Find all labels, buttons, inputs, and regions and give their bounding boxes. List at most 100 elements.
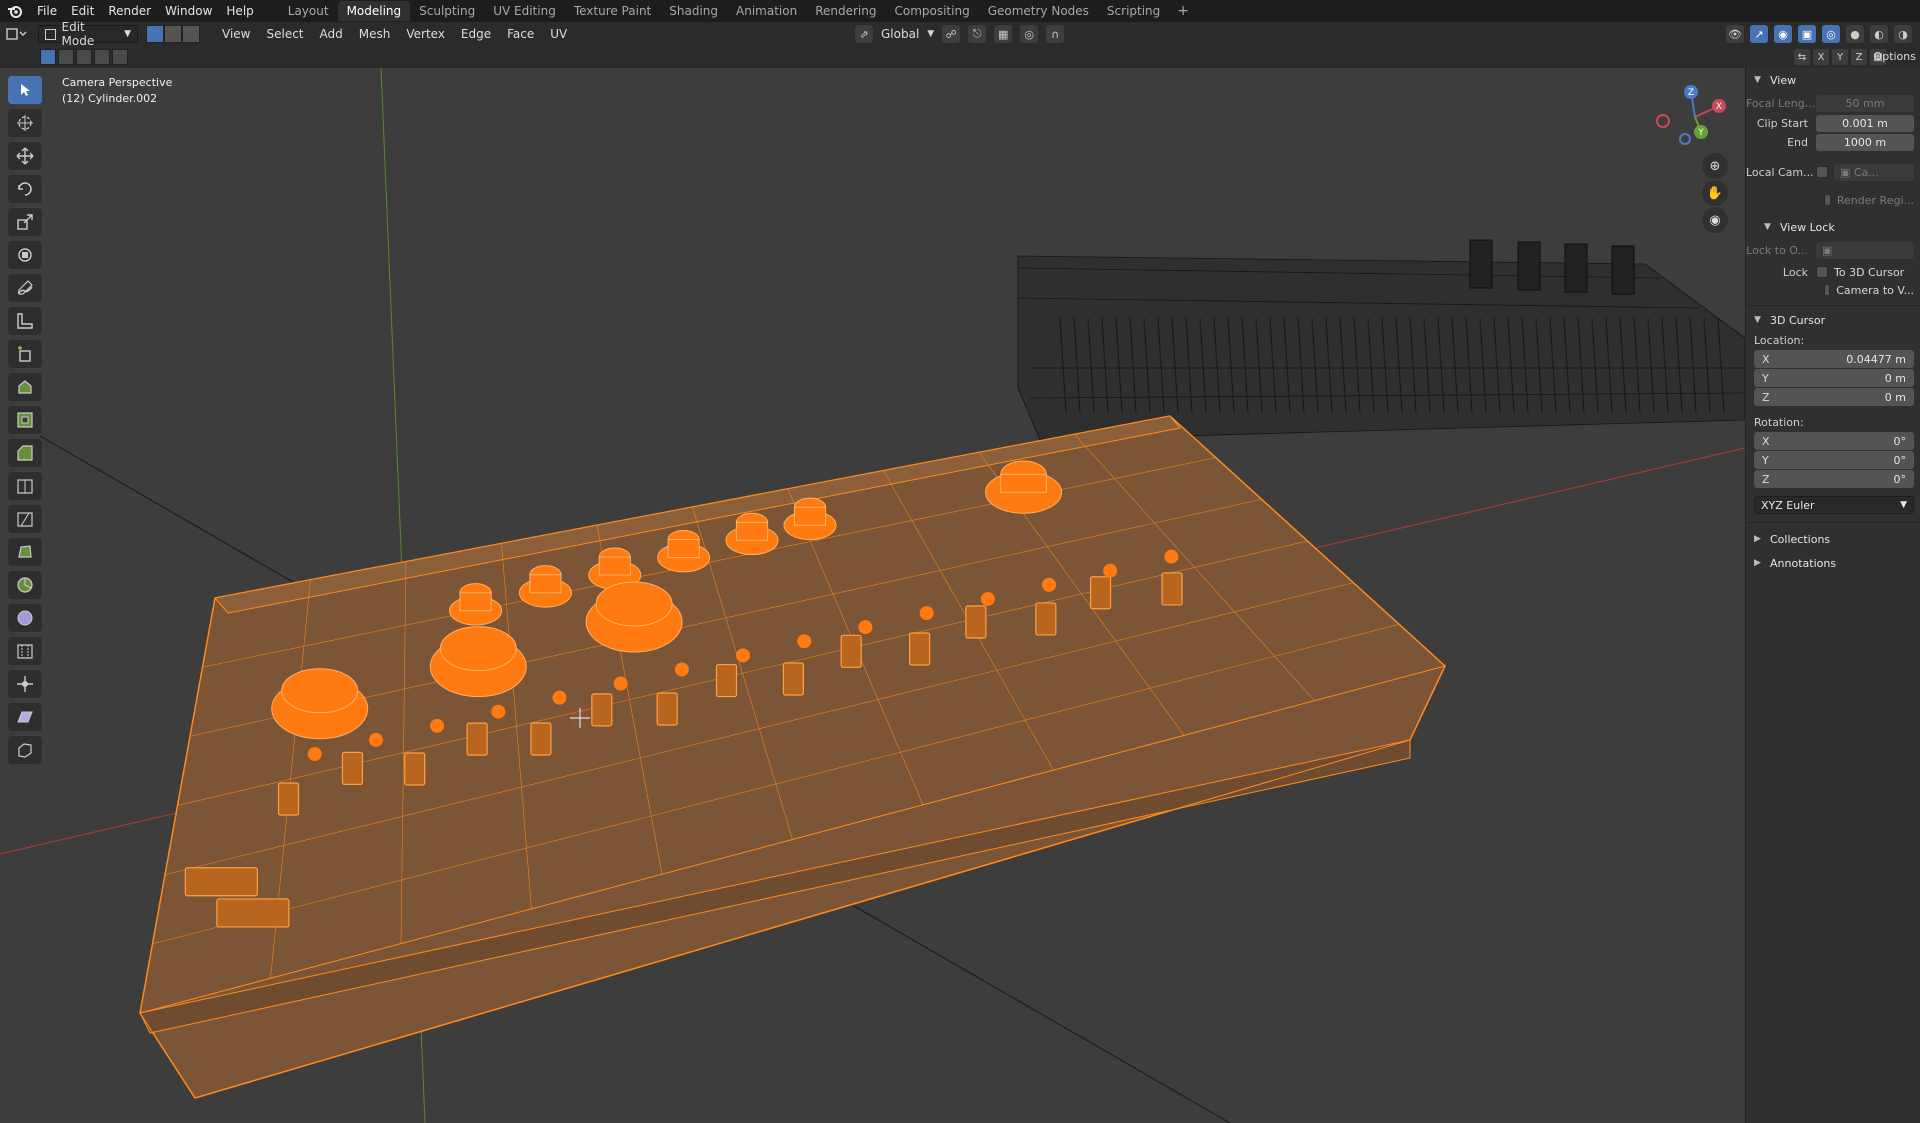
knife-tool[interactable] bbox=[8, 505, 42, 533]
cursor-location-z[interactable]: Z 0 m bbox=[1754, 388, 1914, 406]
select-intersect-button[interactable] bbox=[112, 49, 128, 65]
menu-vertex[interactable]: Vertex bbox=[398, 27, 453, 41]
menu-edge[interactable]: Edge bbox=[453, 27, 499, 41]
view-lock-panel-header[interactable]: ▼ View Lock bbox=[1746, 217, 1920, 237]
rip-region-tool[interactable] bbox=[8, 736, 42, 764]
snap-target-icon[interactable]: ▦ bbox=[994, 25, 1013, 43]
gizmo-icon[interactable]: ↗ bbox=[1750, 25, 1768, 43]
xray-icon[interactable]: ▣ bbox=[1798, 25, 1816, 43]
menu-help[interactable]: Help bbox=[219, 0, 260, 22]
tab-geometry-nodes[interactable]: Geometry Nodes bbox=[979, 1, 1098, 21]
navigation-gizmo[interactable]: Z X Y bbox=[1655, 82, 1735, 152]
menu-face[interactable]: Face bbox=[499, 27, 542, 41]
rendered-shading-icon[interactable]: ◑ bbox=[1894, 25, 1912, 43]
collections-panel-header[interactable]: ▶ Collections bbox=[1746, 529, 1920, 549]
visibility-icon[interactable]: 👁 bbox=[1726, 25, 1744, 43]
tab-animation[interactable]: Animation bbox=[727, 1, 806, 21]
cursor-rotation-y[interactable]: Y 0° bbox=[1754, 451, 1914, 469]
add-cube-tool[interactable] bbox=[8, 340, 42, 368]
overlay-icon[interactable]: ◉ bbox=[1774, 25, 1792, 43]
menu-edit[interactable]: Edit bbox=[64, 0, 101, 22]
poly-build-tool[interactable] bbox=[8, 538, 42, 566]
tab-modeling[interactable]: Modeling bbox=[337, 1, 411, 21]
select-invert-button[interactable] bbox=[94, 49, 110, 65]
edge-select-button[interactable] bbox=[164, 25, 182, 43]
tab-rendering[interactable]: Rendering bbox=[806, 1, 885, 21]
camera-view-icon[interactable]: ◉ bbox=[1702, 207, 1728, 233]
shrink-fatten-tool[interactable] bbox=[8, 670, 42, 698]
cursor-tool[interactable] bbox=[8, 109, 42, 137]
clip-end-field[interactable]: 1000 m bbox=[1816, 133, 1914, 151]
material-shading-icon[interactable]: ◐ bbox=[1870, 25, 1888, 43]
local-camera-field[interactable]: ▣ Ca... bbox=[1834, 163, 1914, 181]
3d-viewport[interactable]: Camera Perspective (12) Cylinder.002 bbox=[0, 68, 1745, 1123]
mirror-z-button[interactable]: Z bbox=[1851, 49, 1867, 65]
rotation-mode-select[interactable]: XYZ Euler ▼ bbox=[1754, 496, 1914, 514]
spin-tool[interactable] bbox=[8, 571, 42, 599]
tab-scripting[interactable]: Scripting bbox=[1098, 1, 1169, 21]
blender-logo-icon[interactable] bbox=[0, 0, 30, 22]
add-workspace-button[interactable]: + bbox=[1169, 3, 1197, 19]
local-camera-checkbox[interactable] bbox=[1816, 166, 1828, 178]
menu-view[interactable]: View bbox=[214, 27, 258, 41]
tab-sculpting[interactable]: Sculpting bbox=[410, 1, 484, 21]
vertex-select-button[interactable] bbox=[146, 25, 164, 43]
zoom-icon[interactable]: ⊕ bbox=[1702, 153, 1728, 179]
editor-type-button[interactable] bbox=[0, 25, 34, 43]
pan-hand-icon[interactable]: ✋ bbox=[1702, 180, 1728, 206]
transform-orientation-icon[interactable]: ⇗ bbox=[855, 25, 873, 43]
3d-cursor-panel-header[interactable]: ▼ 3D Cursor bbox=[1746, 310, 1920, 330]
bevel-tool[interactable] bbox=[8, 439, 42, 467]
smooth-tool[interactable] bbox=[8, 604, 42, 632]
lock-to-cursor-checkbox[interactable] bbox=[1816, 266, 1828, 278]
select-subtract-button[interactable] bbox=[76, 49, 92, 65]
orientation-select[interactable]: Global bbox=[881, 27, 919, 41]
select-extend-button[interactable] bbox=[58, 49, 74, 65]
edge-slide-tool[interactable] bbox=[8, 637, 42, 665]
snap-icon[interactable]: ⎋ bbox=[968, 25, 987, 43]
loop-cut-tool[interactable] bbox=[8, 472, 42, 500]
annotate-tool[interactable] bbox=[8, 274, 42, 302]
inset-tool[interactable] bbox=[8, 406, 42, 434]
options-button[interactable]: Options bbox=[1874, 49, 1916, 65]
lock-to-object-field[interactable]: ▣ bbox=[1816, 241, 1914, 259]
menu-add[interactable]: Add bbox=[312, 27, 351, 41]
menu-window[interactable]: Window bbox=[158, 0, 219, 22]
menu-select[interactable]: Select bbox=[258, 27, 311, 41]
clip-start-field[interactable]: 0.001 m bbox=[1816, 114, 1914, 132]
render-region-checkbox[interactable] bbox=[1824, 194, 1831, 206]
scale-tool[interactable] bbox=[8, 208, 42, 236]
tab-texture-paint[interactable]: Texture Paint bbox=[565, 1, 660, 21]
menu-mesh[interactable]: Mesh bbox=[351, 27, 399, 41]
tab-layout[interactable]: Layout bbox=[279, 1, 338, 21]
tab-compositing[interactable]: Compositing bbox=[885, 1, 978, 21]
cursor-location-x[interactable]: X 0.04477 m bbox=[1754, 350, 1914, 368]
camera-to-view-checkbox[interactable] bbox=[1824, 284, 1831, 296]
mirror-y-button[interactable]: Y bbox=[1832, 49, 1848, 65]
falloff-icon[interactable]: ∩ bbox=[1046, 25, 1065, 43]
cursor-rotation-x[interactable]: X 0° bbox=[1754, 432, 1914, 450]
annotations-panel-header[interactable]: ▶ Annotations bbox=[1746, 553, 1920, 573]
proportional-edit-icon[interactable]: ◎ bbox=[1020, 25, 1039, 43]
measure-tool[interactable] bbox=[8, 307, 42, 335]
rotate-tool[interactable] bbox=[8, 175, 42, 203]
tab-shading[interactable]: Shading bbox=[660, 1, 727, 21]
pivot-point-icon[interactable]: ☍ bbox=[942, 25, 961, 43]
mode-select[interactable]: Edit Mode ▼ bbox=[38, 20, 138, 48]
mirror-x-button[interactable]: X bbox=[1813, 49, 1829, 65]
menu-uv[interactable]: UV bbox=[542, 27, 575, 41]
solid-shading-icon[interactable]: ● bbox=[1846, 25, 1864, 43]
wireframe-shading-icon[interactable]: ◎ bbox=[1822, 25, 1840, 43]
move-tool[interactable] bbox=[8, 142, 42, 170]
focal-length-field[interactable]: 50 mm bbox=[1816, 94, 1914, 112]
tab-uv-editing[interactable]: UV Editing bbox=[484, 1, 565, 21]
cursor-rotation-z[interactable]: Z 0° bbox=[1754, 470, 1914, 488]
cursor-location-y[interactable]: Y 0 m bbox=[1754, 369, 1914, 387]
transform-tool[interactable] bbox=[8, 241, 42, 269]
menu-render[interactable]: Render bbox=[101, 0, 158, 22]
extrude-tool[interactable] bbox=[8, 373, 42, 401]
select-box-tool[interactable] bbox=[8, 76, 42, 104]
view-panel-header[interactable]: ▼ View bbox=[1746, 70, 1920, 90]
shear-tool[interactable] bbox=[8, 703, 42, 731]
select-new-button[interactable] bbox=[40, 49, 56, 65]
